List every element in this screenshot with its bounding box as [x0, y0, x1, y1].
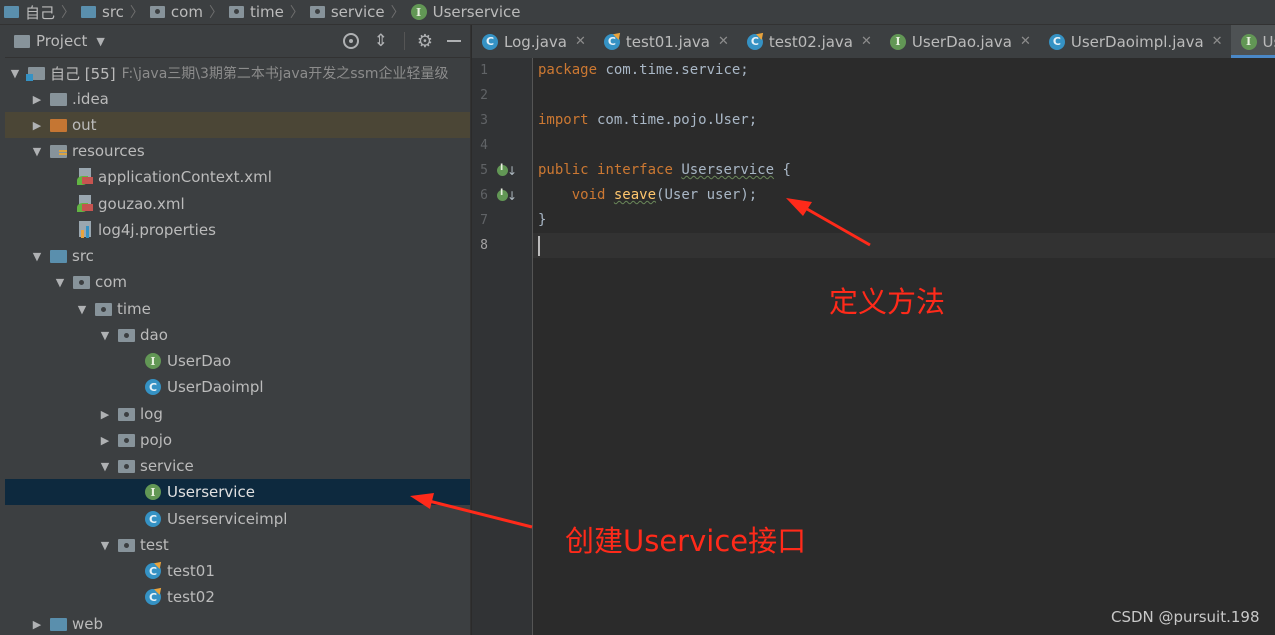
- annotation-define-method: 定义方法: [829, 285, 946, 319]
- arrow-to-interface: [410, 493, 533, 529]
- annotation-create-interface: 创建Uservice接口: [565, 524, 807, 558]
- watermark: CSDN @pursuit.198: [1111, 608, 1260, 626]
- arrow-to-method: [786, 198, 871, 247]
